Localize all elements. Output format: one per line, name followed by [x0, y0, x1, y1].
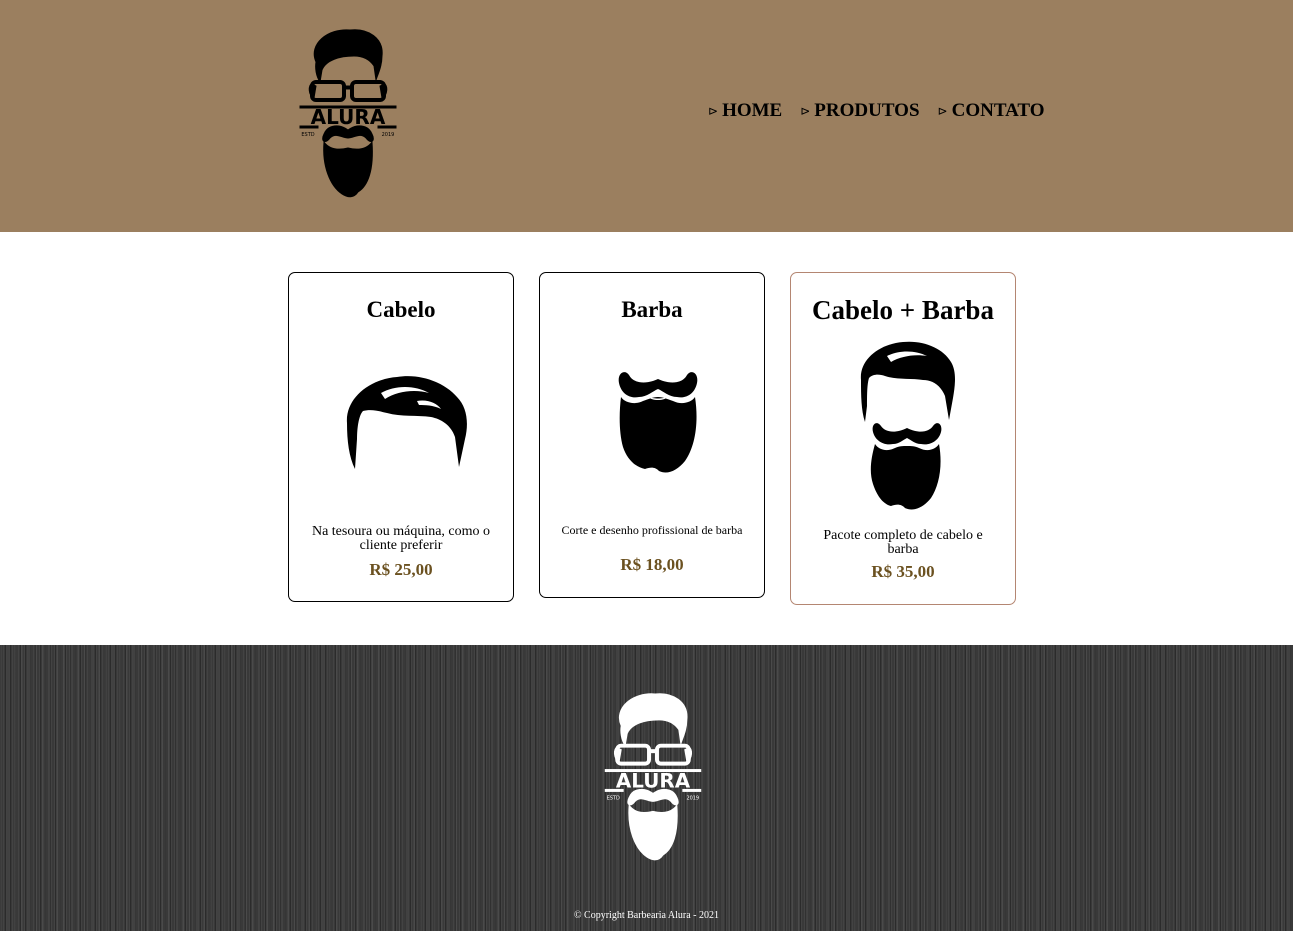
nav-produtos-label: PRODUTOS: [814, 100, 920, 121]
card-price: R$ 18,00: [620, 555, 684, 574]
card-title: Barba: [621, 297, 683, 322]
logo-left-text: ESTD: [607, 795, 620, 801]
logo-right-text: 2019: [686, 795, 699, 801]
triangle-arrow-icon: ⊳: [708, 103, 719, 118]
product-card-cabelo-barba[interactable]: Cabelo + Barba Pacote completo de cabelo…: [790, 272, 1016, 605]
card-price: R$ 35,00: [871, 562, 935, 581]
card-title: Cabelo + Barba: [812, 295, 994, 325]
main-nav: ⊳ HOME ⊳ PRODUTOS ⊳ CONTATO: [708, 100, 1045, 122]
product-card-cabelo[interactable]: Cabelo Na tesoura ou máquina, como o cli…: [288, 272, 514, 602]
copyright-text: © Copyright Barbearia Alura - 2021: [573, 910, 720, 921]
card-description: Pacote completo de cabelo e barba: [823, 528, 983, 557]
logo-brand-text: ALURA: [311, 105, 386, 129]
card-title: Cabelo: [366, 297, 436, 322]
site-footer: ALURA ESTD 2019 © Copyright Barbearia Al…: [0, 645, 1293, 931]
nav-home-label: HOME: [722, 100, 783, 121]
alura-logo-icon[interactable]: ALURA ESTD 2019: [298, 26, 398, 202]
triangle-arrow-icon: ⊳: [800, 103, 811, 118]
product-card-barba[interactable]: Barba Corte e desenho profissional de ba…: [539, 272, 765, 598]
site-header: ALURA ESTD 2019 ⊳ HOME ⊳ PRODUTOS ⊳ CONT…: [0, 0, 1293, 232]
hair-icon: [341, 371, 471, 478]
triangle-arrow-icon: ⊳: [937, 103, 948, 118]
alura-logo-white-icon: ALURA ESTD 2019: [602, 690, 704, 865]
nav-contato[interactable]: ⊳ CONTATO: [938, 100, 1045, 122]
card-description: Na tesoura ou máquina, como o cliente pr…: [311, 524, 491, 553]
hair-and-beard-icon: [857, 340, 957, 517]
nav-contato-label: CONTATO: [951, 100, 1045, 121]
card-description: Corte e desenho profissional de barba: [561, 523, 743, 537]
nav-produtos[interactable]: ⊳ PRODUTOS: [800, 100, 919, 122]
logo-left-text: ESTD: [301, 132, 314, 138]
logo-brand-text: ALURA: [616, 769, 691, 792]
nav-home[interactable]: ⊳ HOME: [708, 100, 782, 122]
card-price: R$ 25,00: [369, 560, 433, 579]
logo-right-text: 2019: [382, 132, 395, 138]
beard-icon: [615, 367, 701, 482]
